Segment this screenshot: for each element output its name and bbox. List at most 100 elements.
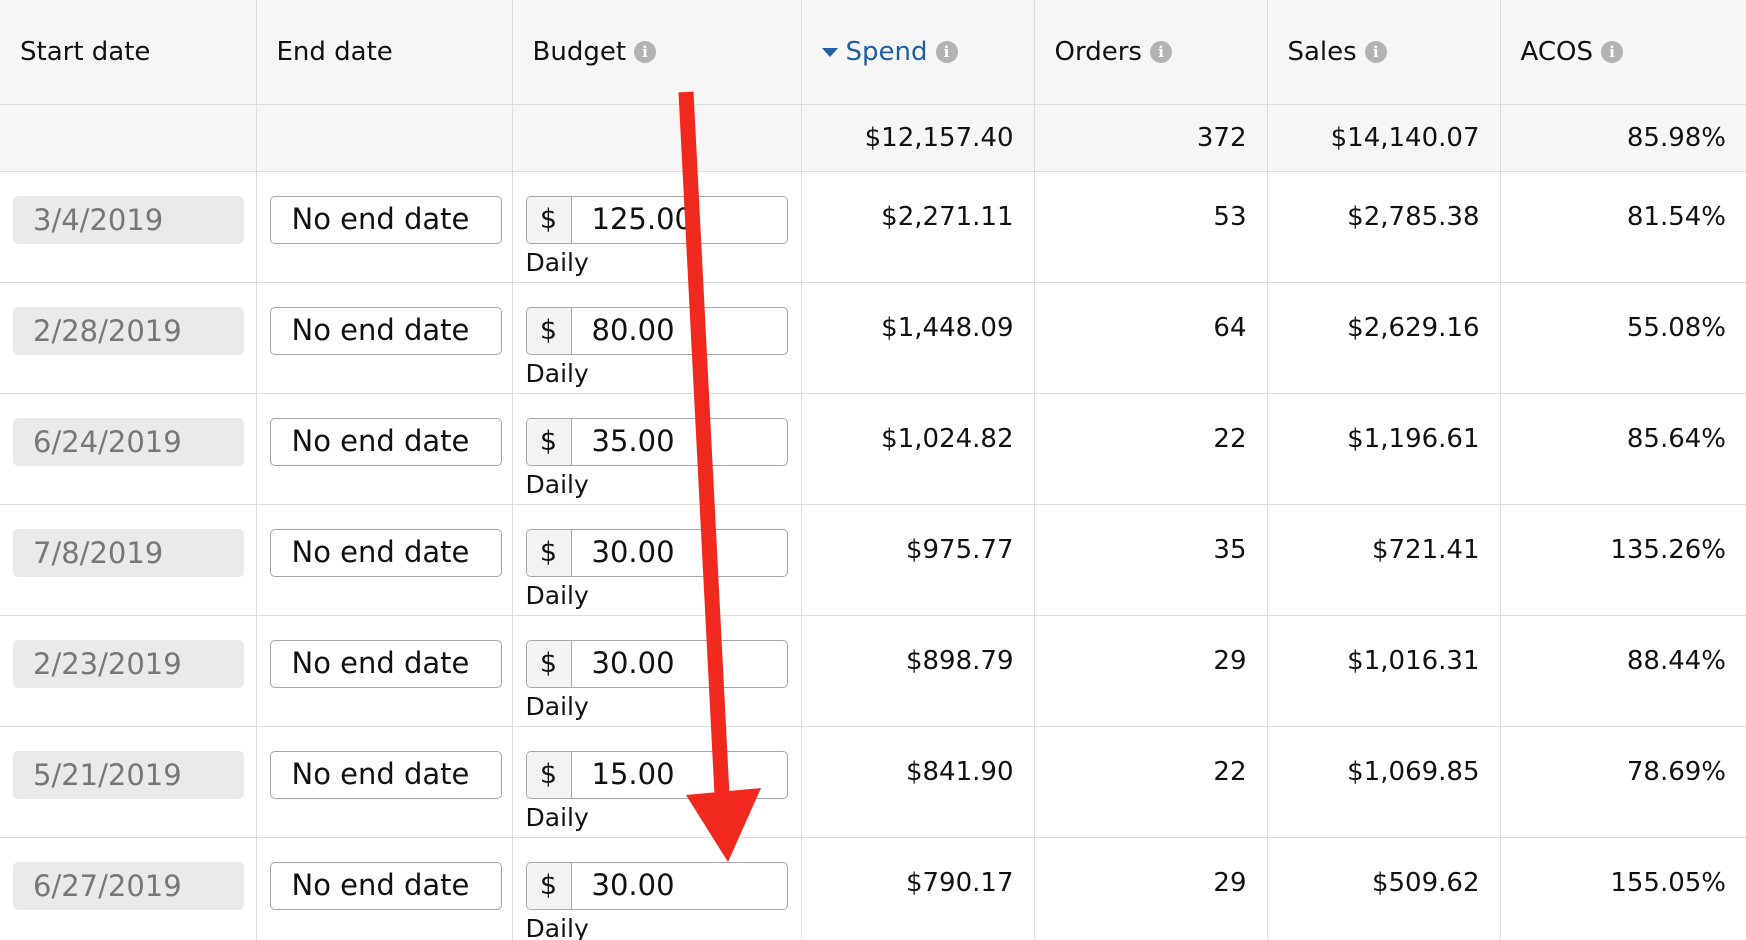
info-icon[interactable]: i [935,41,958,64]
budget-period: Daily [525,358,589,388]
start-date-cell: 2/28/2019 [0,282,257,394]
budget-period: Daily [525,913,589,940]
end-date-field[interactable]: No end date [269,417,502,466]
budget-amount[interactable]: 35.00 [572,419,787,465]
sales-cell: $1,016.31 [1267,615,1501,727]
column-header-budget[interactable]: Budget i [512,0,802,105]
spend-cell: $1,024.82 [801,393,1035,505]
table-row: 6/24/2019 No end date $ 35.00 Daily $1,0… [0,393,1746,505]
orders-cell: 64 [1034,282,1268,394]
budget-amount[interactable]: 30.00 [572,530,787,576]
orders-cell: 22 [1034,726,1268,838]
currency-symbol: $ [526,529,572,576]
start-date-field: 7/8/2019 [13,528,244,577]
end-date-cell: No end date [256,837,513,940]
spend-cell: $1,448.09 [801,282,1035,394]
spend-cell: $841.90 [801,726,1035,838]
sales-cell: $1,196.61 [1267,393,1501,505]
budget-cell: $ 125.00 Daily [512,171,802,283]
budget-input[interactable]: $ 30.00 [525,528,788,577]
start-date-field: 6/27/2019 [13,861,244,910]
total-acos: 85.98% [1500,104,1746,172]
info-icon[interactable]: i [1149,41,1172,64]
start-date-field: 2/23/2019 [13,639,244,688]
end-date-cell: No end date [256,504,513,616]
column-header-spend[interactable]: Spend i [801,0,1035,105]
start-date-field: 2/28/2019 [13,306,244,355]
budget-input[interactable]: $ 80.00 [525,306,788,355]
acos-cell: 81.54% [1500,171,1746,283]
budget-period: Daily [525,691,589,721]
acos-cell: 85.64% [1500,393,1746,505]
orders-cell: 53 [1034,171,1268,283]
budget-cell: $ 30.00 Daily [512,504,802,616]
sales-cell: $721.41 [1267,504,1501,616]
budget-period: Daily [525,802,589,832]
budget-cell: $ 80.00 Daily [512,282,802,394]
table-row: 7/8/2019 No end date $ 30.00 Daily $975.… [0,504,1746,616]
budget-cell: $ 30.00 Daily [512,837,802,940]
column-header-acos[interactable]: ACOS i [1500,0,1746,105]
start-date-field: 6/24/2019 [13,417,244,466]
end-date-field[interactable]: No end date [269,639,502,688]
start-date-cell: 6/24/2019 [0,393,257,505]
budget-input[interactable]: $ 30.00 [525,861,788,910]
start-date-field: 5/21/2019 [13,750,244,799]
end-date-cell: No end date [256,171,513,283]
budget-cell: $ 15.00 Daily [512,726,802,838]
end-date-cell: No end date [256,615,513,727]
sales-cell: $2,629.16 [1267,282,1501,394]
totals-cell-empty [512,104,802,172]
currency-symbol: $ [526,418,572,465]
sales-cell: $509.62 [1267,837,1501,940]
end-date-field[interactable]: No end date [269,195,502,244]
spend-cell: $2,271.11 [801,171,1035,283]
table-row: 2/28/2019 No end date $ 80.00 Daily $1,4… [0,282,1746,394]
campaign-table: Start date End date Budget i Spend i Order… [0,0,1746,940]
budget-amount[interactable]: 15.00 [572,752,787,798]
acos-cell: 78.69% [1500,726,1746,838]
end-date-field[interactable]: No end date [269,750,502,799]
budget-input[interactable]: $ 15.00 [525,750,788,799]
end-date-field[interactable]: No end date [269,528,502,577]
budget-input[interactable]: $ 30.00 [525,639,788,688]
budget-amount[interactable]: 125.00 [572,197,787,243]
column-header-orders[interactable]: Orders i [1034,0,1268,105]
start-date-cell: 6/27/2019 [0,837,257,940]
spend-cell: $790.17 [801,837,1035,940]
budget-input[interactable]: $ 35.00 [525,417,788,466]
info-icon[interactable]: i [634,41,657,64]
start-date-cell: 7/8/2019 [0,504,257,616]
orders-cell: 22 [1034,393,1268,505]
budget-period: Daily [525,469,589,499]
info-icon[interactable]: i [1600,41,1623,64]
acos-cell: 135.26% [1500,504,1746,616]
header-row: Start date End date Budget i Spend i Order… [0,0,1746,105]
column-header-end-date[interactable]: End date [256,0,513,105]
column-header-start-date[interactable]: Start date [0,0,257,105]
total-sales: $14,140.07 [1267,104,1501,172]
budget-input[interactable]: $ 125.00 [525,195,788,244]
table-row: 2/23/2019 No end date $ 30.00 Daily $898… [0,615,1746,727]
info-icon[interactable]: i [1364,41,1387,64]
start-date-cell: 3/4/2019 [0,171,257,283]
end-date-field[interactable]: No end date [269,861,502,910]
budget-amount[interactable]: 30.00 [572,641,787,687]
column-header-sales[interactable]: Sales i [1267,0,1501,105]
acos-cell: 88.44% [1500,615,1746,727]
currency-symbol: $ [526,307,572,354]
orders-cell: 29 [1034,837,1268,940]
sales-cell: $2,785.38 [1267,171,1501,283]
budget-amount[interactable]: 80.00 [572,308,787,354]
acos-cell: 55.08% [1500,282,1746,394]
acos-cell: 155.05% [1500,837,1746,940]
total-orders: 372 [1034,104,1268,172]
budget-amount[interactable]: 30.00 [572,863,787,909]
start-date-field: 3/4/2019 [13,195,244,244]
spend-cell: $898.79 [801,615,1035,727]
end-date-field[interactable]: No end date [269,306,502,355]
totals-row: $12,157.40 372 $14,140.07 85.98% [0,104,1746,172]
table-row: 6/27/2019 No end date $ 30.00 Daily $790… [0,837,1746,940]
start-date-cell: 5/21/2019 [0,726,257,838]
orders-cell: 35 [1034,504,1268,616]
